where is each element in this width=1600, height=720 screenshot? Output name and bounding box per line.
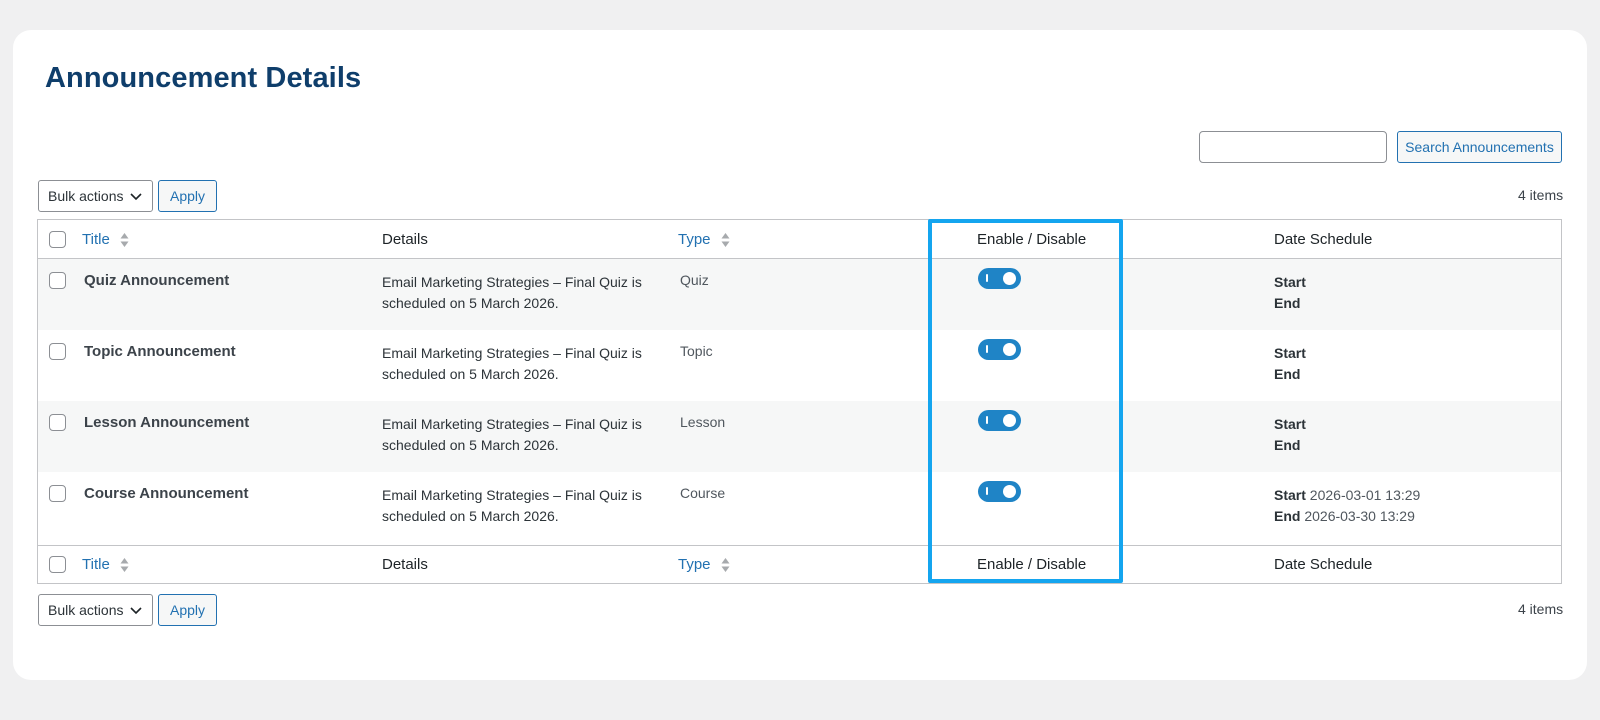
end-label: End [1274, 508, 1301, 524]
sort-arrows-icon [120, 233, 129, 248]
row-date-schedule: Start End [1274, 414, 1306, 456]
row-checkbox[interactable] [49, 272, 66, 289]
row-checkbox[interactable] [49, 414, 66, 431]
column-type-label: Type [678, 231, 711, 248]
announcements-table: Title Details Type Enable / Disable Date… [37, 219, 1562, 584]
column-details-footer: Details [382, 556, 428, 573]
row-title[interactable]: Course Announcement [84, 485, 248, 502]
row-title[interactable]: Lesson Announcement [84, 414, 249, 431]
start-label: Start [1274, 345, 1306, 361]
table-row: Quiz Announcement Email Marketing Strate… [38, 259, 1561, 330]
end-label: End [1274, 437, 1301, 453]
start-label: Start [1274, 416, 1306, 432]
column-title-sortable[interactable]: Title [82, 231, 129, 248]
row-date-schedule: Start End [1274, 343, 1306, 385]
enable-toggle[interactable] [978, 481, 1021, 502]
column-date-schedule-footer: Date Schedule [1274, 556, 1373, 573]
select-all-checkbox[interactable] [49, 231, 66, 248]
row-type: Quiz [680, 272, 709, 288]
table-row: Course Announcement Email Marketing Stra… [38, 472, 1561, 543]
enable-toggle[interactable] [978, 268, 1021, 289]
toggle-on-mark-icon [986, 487, 988, 495]
bulk-actions-label: Bulk actions [48, 602, 124, 618]
column-title-label: Title [82, 231, 110, 248]
chevron-down-icon [130, 193, 142, 201]
column-date-schedule: Date Schedule [1274, 231, 1373, 248]
table-header: Title Details Type Enable / Disable Date… [38, 220, 1561, 259]
table-row: Topic Announcement Email Marketing Strat… [38, 330, 1561, 401]
row-details: Email Marketing Strategies – Final Quiz … [382, 487, 642, 524]
toggle-knob [1003, 414, 1016, 427]
page-title: Announcement Details [45, 62, 362, 94]
start-label: Start [1274, 274, 1306, 290]
select-all-checkbox-footer[interactable] [49, 556, 66, 573]
enable-toggle[interactable] [978, 410, 1021, 431]
toggle-on-mark-icon [986, 416, 988, 424]
start-value: 2026-03-01 13:29 [1309, 487, 1421, 503]
end-label: End [1274, 366, 1301, 382]
toggle-on-mark-icon [986, 345, 988, 353]
row-type: Topic [680, 343, 713, 359]
enable-toggle[interactable] [978, 339, 1021, 360]
column-type-sortable-footer[interactable]: Type [678, 556, 730, 573]
items-count-bottom: 4 items [1518, 601, 1564, 617]
search-input[interactable] [1199, 131, 1387, 163]
column-type-sortable[interactable]: Type [678, 231, 730, 248]
toggle-knob [1003, 272, 1016, 285]
column-type-label: Type [678, 556, 711, 573]
row-date-schedule: Start 2026-03-01 13:29 End 2026-03-30 13… [1274, 485, 1420, 527]
row-type: Course [680, 485, 726, 501]
row-title[interactable]: Topic Announcement [84, 343, 236, 360]
apply-button-top[interactable]: Apply [158, 180, 217, 212]
start-label: Start [1274, 487, 1306, 503]
sort-arrows-icon [120, 558, 129, 573]
row-title[interactable]: Quiz Announcement [84, 272, 229, 289]
end-label: End [1274, 295, 1301, 311]
toggle-knob [1003, 485, 1016, 498]
bulk-actions-select-top[interactable]: Bulk actions [38, 180, 153, 212]
row-type: Lesson [680, 414, 726, 430]
column-enable-disable-footer: Enable / Disable [977, 556, 1087, 573]
search-announcements-button[interactable]: Search Announcements [1397, 131, 1562, 163]
row-details: Email Marketing Strategies – Final Quiz … [382, 274, 642, 311]
end-value: 2026-03-30 13:29 [1304, 508, 1415, 524]
apply-button-bottom[interactable]: Apply [158, 594, 217, 626]
table-row: Lesson Announcement Email Marketing Stra… [38, 401, 1561, 472]
table-footer: Title Details Type Enable / Disable Date… [38, 545, 1561, 583]
sort-arrows-icon [721, 233, 730, 248]
toggle-on-mark-icon [986, 274, 988, 282]
column-title-sortable-footer[interactable]: Title [82, 556, 129, 573]
row-details: Email Marketing Strategies – Final Quiz … [382, 345, 642, 382]
row-date-schedule: Start End [1274, 272, 1306, 314]
bulk-actions-select-bottom[interactable]: Bulk actions [38, 594, 153, 626]
column-title-label: Title [82, 556, 110, 573]
row-details: Email Marketing Strategies – Final Quiz … [382, 416, 642, 453]
row-checkbox[interactable] [49, 343, 66, 360]
column-details: Details [382, 231, 428, 248]
row-checkbox[interactable] [49, 485, 66, 502]
sort-arrows-icon [721, 558, 730, 573]
column-enable-disable: Enable / Disable [977, 231, 1087, 248]
chevron-down-icon [130, 607, 142, 615]
bulk-actions-label: Bulk actions [48, 188, 124, 204]
toggle-knob [1003, 343, 1016, 356]
items-count-top: 4 items [1518, 187, 1564, 203]
